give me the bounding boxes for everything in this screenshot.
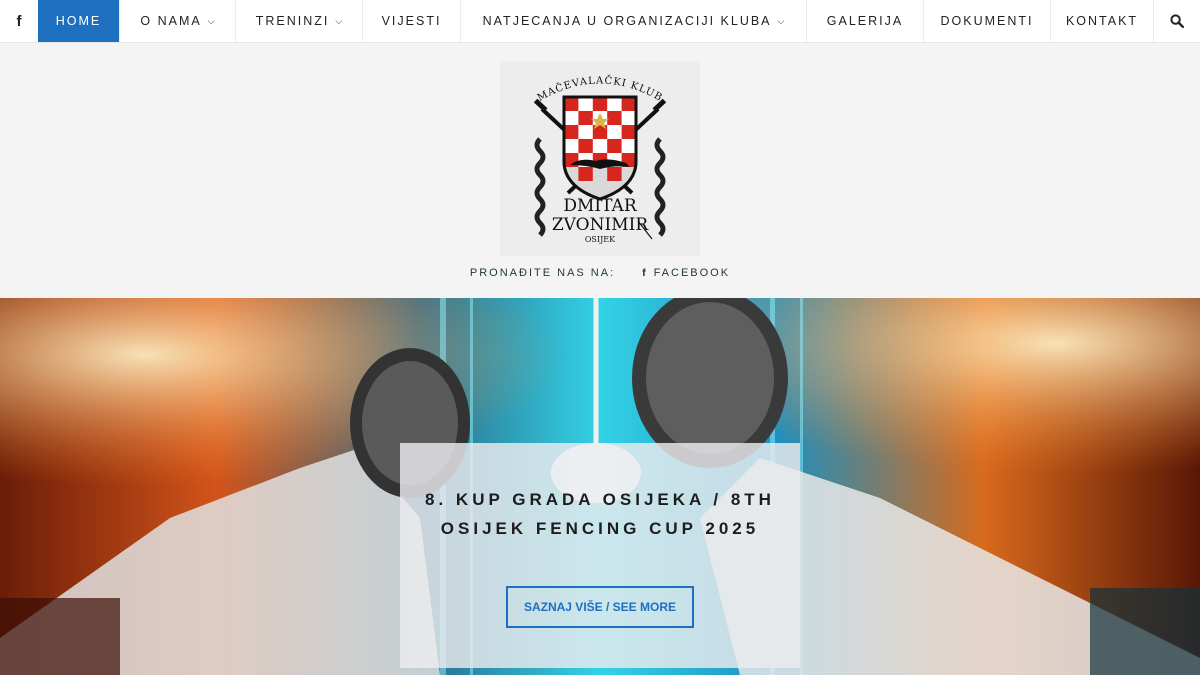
nav-item-dokumenti[interactable]: DOKUMENTI [924, 0, 1051, 42]
search-icon [1170, 14, 1184, 28]
chevron-down-icon: ⌵ [777, 15, 785, 26]
nav-item-o-nama[interactable]: O NAMA ⌵ [120, 0, 236, 42]
chevron-down-icon: ⌵ [207, 15, 215, 26]
search-button[interactable] [1154, 0, 1200, 42]
nav-item-kontakt[interactable]: KONTAKT [1051, 0, 1154, 42]
facebook-link[interactable]: FACEBOOK [654, 267, 731, 279]
nav-item-vijesti[interactable]: VIJESTI [363, 0, 461, 42]
logo-line1: DMITAR [563, 196, 637, 216]
club-crest: MAČEVALAČKI KLUB DMITAR ZVONIMIR OSIJEK [533, 75, 667, 244]
main-navbar: f HOME O NAMA ⌵ TRENINZI ⌵ VIJESTI NATJECA… [0, 0, 1200, 43]
social-label: PRONAĐITE NAS NA: [469, 267, 616, 279]
hero-title: 8. KUP GRADA OSIJEKA / 8TH OSIJEK FENCIN… [425, 490, 775, 538]
logo-line3: OSIJEK [585, 235, 616, 244]
social-links: PRONAĐITE NAS NA: f FACEBOOK [0, 267, 1200, 279]
see-more-button[interactable]: SAZNAJ VIŠE / SEE MORE [506, 586, 694, 628]
nav-item-natjecanja[interactable]: NATJECANJA U ORGANIZACIJI KLUBA ⌵ [461, 0, 807, 42]
hero-slider: 8. KUP GRADA OSIJEKA / 8TH OSIJEK FENCIN… [0, 298, 1200, 675]
chevron-down-icon: ⌵ [335, 15, 343, 26]
facebook-icon[interactable]: f [642, 268, 647, 279]
facebook-icon[interactable]: f [0, 0, 38, 42]
hero-caption: 8. KUP GRADA OSIJEKA / 8TH OSIJEK FENCIN… [400, 443, 800, 668]
nav-item-galerija[interactable]: GALERIJA [807, 0, 924, 42]
logo-line2: ZVONIMIR [552, 215, 649, 235]
nav-item-home[interactable]: HOME [38, 0, 120, 42]
site-header: MAČEVALAČKI KLUB DMITAR ZVONIMIR OSIJEK … [0, 43, 1200, 298]
nav-item-treninzi[interactable]: TRENINZI ⌵ [236, 0, 363, 42]
club-logo[interactable]: MAČEVALAČKI KLUB DMITAR ZVONIMIR OSIJEK [500, 61, 700, 256]
